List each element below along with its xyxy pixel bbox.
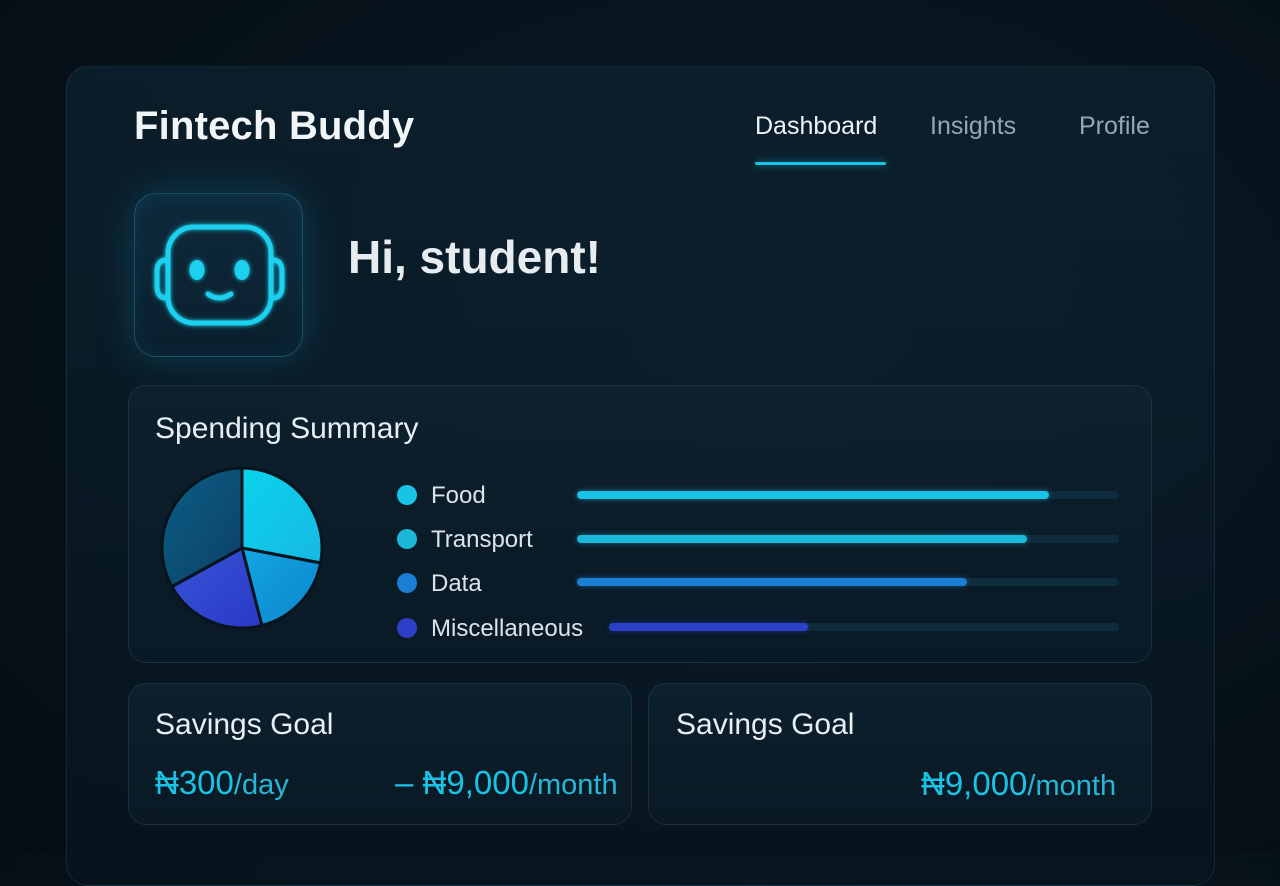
savings-goal-card-daily[interactable]: Savings Goal ₦300/day – ₦9,000/month [128, 683, 632, 825]
miscellaneous-bar-track [609, 623, 1119, 631]
legend-label-data: Data [431, 570, 482, 597]
robot-face-icon [154, 224, 285, 326]
legend-label-food: Food [431, 482, 486, 509]
monthly-amount-unit: /month [528, 769, 618, 801]
transport-bar-track [577, 535, 1119, 543]
data-bar-fill [577, 578, 968, 586]
food-dot-icon [397, 485, 417, 505]
daily-amount-value: ₦300 [155, 764, 234, 801]
transport-dot-icon [397, 529, 417, 549]
assistant-avatar [134, 193, 303, 357]
spending-summary-title: Spending Summary [155, 412, 419, 445]
food-bar-track [577, 491, 1119, 499]
legend-label-transport: Transport [431, 526, 533, 553]
monthly-amount-value: ₦9,000 [921, 765, 1028, 802]
data-dot-icon [397, 573, 417, 593]
legend-label-miscellaneous: Miscellaneous [431, 615, 584, 642]
tab-profile[interactable]: Profile [1079, 112, 1150, 141]
pie-slice-food [240, 466, 324, 565]
tab-dashboard[interactable]: Dashboard [755, 112, 877, 141]
data-bar-track [577, 578, 1119, 586]
monthly-amount-value: – ₦9,000 [395, 764, 529, 801]
daily-savings-amount: ₦300/day [155, 764, 289, 802]
savings-goal-title: Savings Goal [676, 708, 855, 741]
savings-goal-title: Savings Goal [155, 708, 334, 741]
miscellaneous-bar-fill [609, 623, 808, 631]
food-bar-fill [577, 491, 1049, 499]
spending-pie-chart [160, 466, 324, 630]
savings-goal-card-monthly[interactable]: Savings Goal ₦9,000/month [648, 683, 1152, 825]
monthly-savings-amount: – ₦9,000/month [395, 764, 618, 802]
miscellaneous-dot-icon [397, 618, 417, 638]
monthly-amount-unit: /month [1027, 770, 1117, 802]
active-tab-indicator [755, 162, 886, 165]
greeting-heading: Hi, student! [348, 231, 601, 283]
daily-amount-unit: /day [233, 769, 289, 801]
top-nav: Dashboard Insights Profile [0, 112, 1280, 172]
transport-bar-fill [577, 535, 1027, 543]
tab-insights[interactable]: Insights [930, 112, 1016, 141]
monthly-savings-amount: ₦9,000/month [921, 765, 1116, 803]
